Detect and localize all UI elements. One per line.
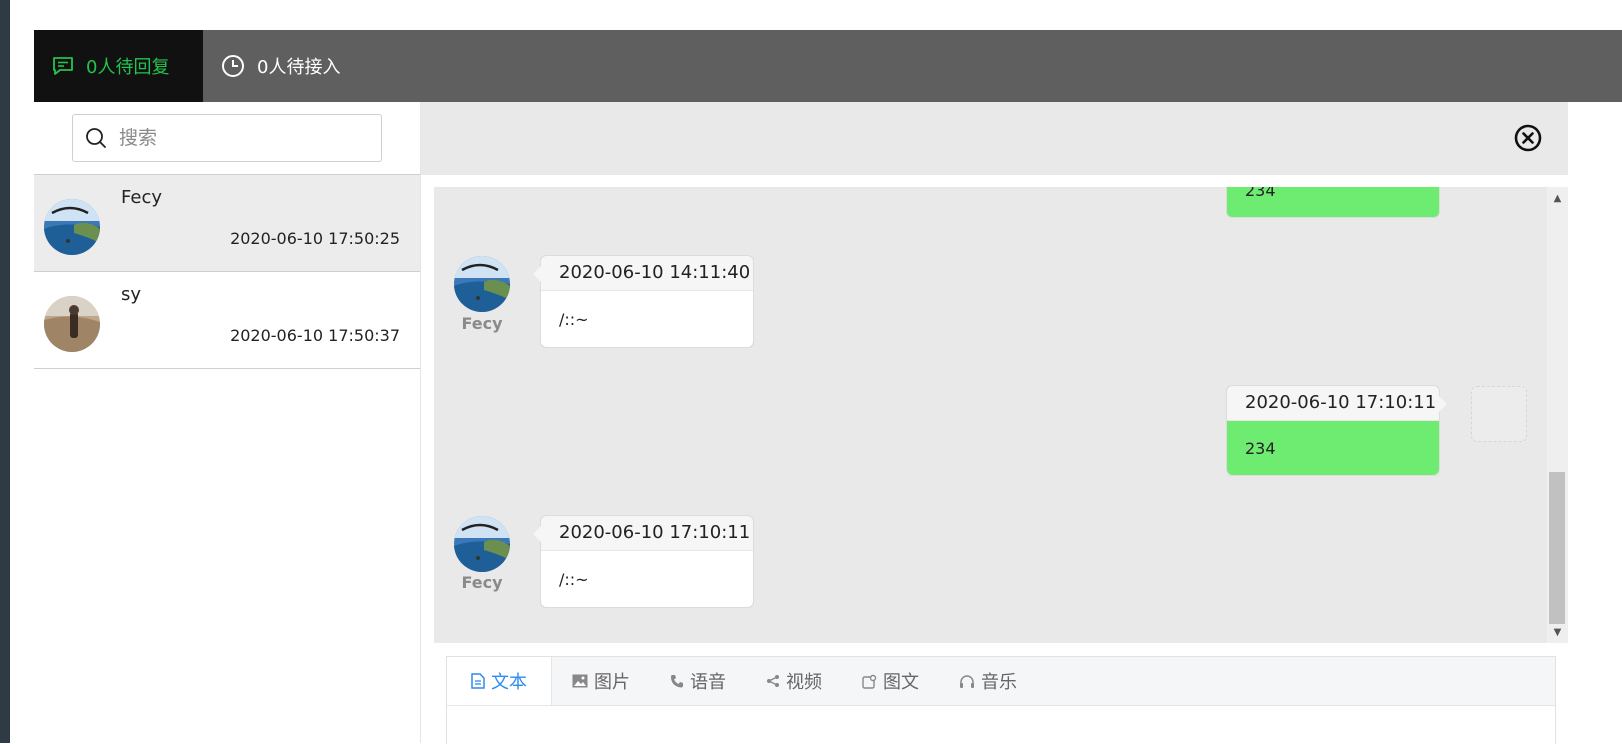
message-icon [52, 56, 74, 76]
message-time: 2020-06-10 17:10:11 [541, 516, 753, 551]
avatar [44, 296, 100, 352]
tab-pending-access[interactable]: 0人待接入 [203, 30, 423, 102]
avatar [1471, 386, 1527, 442]
search-input[interactable] [117, 122, 361, 154]
contact-item-sy[interactable]: sy 2020-06-10 17:50:37 [34, 272, 420, 369]
contact-name: sy [121, 284, 142, 305]
document-icon [471, 673, 485, 689]
avatar [454, 516, 510, 572]
message-text: 234 [1227, 421, 1439, 475]
composer: 文本 图片 语音 视频 图文 音乐 [446, 656, 1556, 744]
contact-time: 2020-06-10 17:50:25 [230, 229, 400, 248]
chat-header [421, 102, 1568, 175]
tab-voice[interactable]: 语音 [650, 657, 746, 705]
tab-pending-replies[interactable]: 0人待回复 [34, 30, 203, 102]
tab-image-label: 图片 [594, 672, 630, 693]
message-bubble-received: 2020-06-10 17:10:11 /::~ [533, 515, 754, 608]
contact-panel: Fecy 2020-06-10 17:50:25 sy 2020-06-10 1… [34, 102, 421, 743]
phone-icon [670, 674, 684, 688]
tab-text[interactable]: 文本 [447, 657, 552, 705]
close-chat-button[interactable] [1514, 124, 1542, 152]
tab-article[interactable]: 图文 [842, 657, 939, 705]
message-scrollbar[interactable]: ▲ ▼ [1547, 187, 1568, 643]
tab-pending-replies-label: 0人待回复 [86, 57, 170, 78]
tab-pending-access-label: 0人待接入 [257, 57, 341, 78]
window-edge [0, 0, 10, 743]
tab-music[interactable]: 音乐 [939, 657, 1037, 705]
tab-voice-label: 语音 [690, 672, 726, 693]
message-text: /::~ [541, 551, 753, 607]
tab-image[interactable]: 图片 [552, 657, 650, 705]
close-circle-icon [1514, 124, 1542, 156]
share-icon [766, 674, 780, 688]
search-icon [85, 127, 107, 149]
tab-video-label: 视频 [786, 672, 822, 693]
article-icon [862, 674, 877, 689]
message-bubble-received: 2020-06-10 14:11:40 /::~ [533, 255, 754, 348]
clock-icon [221, 54, 245, 78]
tab-text-label: 文本 [491, 672, 527, 693]
contact-item-fecy[interactable]: Fecy 2020-06-10 17:50:25 [34, 174, 420, 272]
contact-name: Fecy [121, 187, 162, 208]
message-list: 234 Fecy 2020-06-10 14:11:40 /::~ 2020-0… [434, 187, 1547, 643]
top-bar: 0人待回复 0人待接入 [34, 30, 1622, 102]
tab-video[interactable]: 视频 [746, 657, 842, 705]
sender-name: Fecy [461, 314, 503, 333]
message-time: 2020-06-10 14:11:40 [541, 256, 753, 291]
message-text: 234 [1245, 187, 1276, 200]
headphones-icon [959, 674, 975, 689]
contact-list: Fecy 2020-06-10 17:50:25 sy 2020-06-10 1… [34, 174, 420, 369]
image-icon [572, 674, 588, 688]
message-time: 2020-06-10 17:10:11 [1227, 386, 1439, 421]
search-box [72, 114, 382, 162]
message-text: /::~ [541, 291, 753, 347]
composer-tabs: 文本 图片 语音 视频 图文 音乐 [447, 657, 1555, 706]
scroll-thumb[interactable] [1549, 472, 1565, 624]
avatar [44, 199, 100, 255]
tab-music-label: 音乐 [981, 672, 1017, 693]
scroll-down-arrow[interactable]: ▼ [1547, 623, 1568, 641]
avatar [454, 256, 510, 312]
message-bubble-sent: 2020-06-10 17:10:11 234 [1226, 385, 1447, 476]
scroll-up-arrow[interactable]: ▲ [1547, 189, 1568, 207]
message-bubble-sent-partial: 234 [1226, 187, 1440, 218]
tab-article-label: 图文 [883, 672, 919, 693]
sender-name: Fecy [461, 573, 503, 592]
contact-time: 2020-06-10 17:50:37 [230, 326, 400, 345]
